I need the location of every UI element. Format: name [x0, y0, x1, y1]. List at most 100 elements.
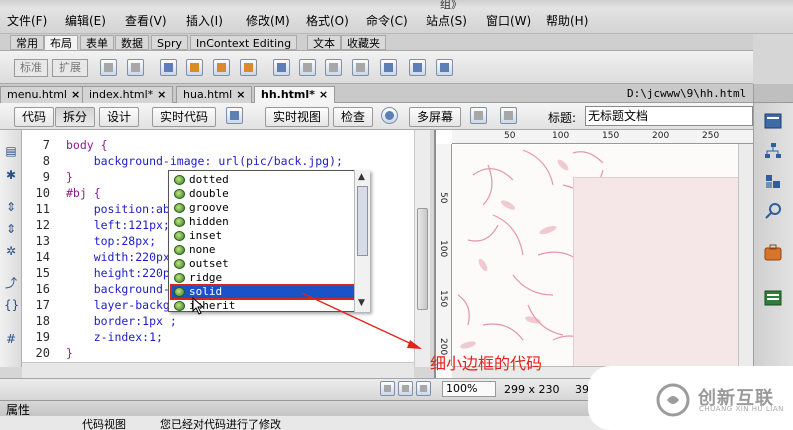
line-number: 17 — [35, 298, 50, 312]
split-view-button[interactable]: 拆分 — [55, 107, 96, 127]
check-browser-icon[interactable] — [226, 107, 243, 124]
menu-file[interactable]: 文件(F) — [7, 12, 47, 29]
snippets-icon[interactable] — [763, 289, 783, 307]
zoom-select[interactable]: 100% — [442, 381, 496, 397]
expanded-mode-button[interactable]: 扩展 — [52, 59, 88, 77]
hint-item-double[interactable]: double — [171, 187, 355, 201]
hint-item-none[interactable]: none — [171, 243, 355, 257]
value-icon — [174, 245, 185, 255]
expand-all-icon[interactable]: ✲ — [4, 244, 18, 258]
scroll-up-icon[interactable]: ▲ — [358, 172, 365, 182]
tab-favorites[interactable]: 收藏夹 — [341, 35, 386, 50]
multiscreen-button[interactable]: 多屏幕 — [409, 107, 462, 127]
ap-div-icon[interactable] — [160, 59, 177, 76]
design-vertical-scrollbar[interactable] — [738, 144, 753, 366]
doc-tab-hh[interactable]: hh.html* × — [254, 86, 336, 103]
close-icon[interactable]: × — [71, 88, 80, 101]
properties-code-view-label: 代码视图 — [82, 418, 126, 430]
visual-aids-icon[interactable] — [470, 107, 487, 124]
spry-panel-icon[interactable] — [240, 59, 257, 76]
menu-window[interactable]: 窗口(W) — [486, 12, 531, 29]
spry-menu-icon[interactable] — [213, 59, 230, 76]
globe-preview-icon[interactable] — [381, 107, 398, 124]
css-panel-icon[interactable] — [763, 172, 783, 190]
tab-spry[interactable]: Spry — [151, 35, 188, 50]
open-documents-icon[interactable]: ▤ — [4, 144, 18, 158]
live-code-button[interactable]: 实时代码 — [152, 107, 217, 127]
hint-item-inset[interactable]: inset — [171, 229, 355, 243]
insert-panel-tabs: 常用 布局 表单 数据 Spry InContext Editing 文本 收藏… — [0, 34, 753, 51]
merge-cells-icon[interactable] — [352, 59, 369, 76]
show-code-navigator-icon[interactable]: ✱ — [4, 168, 18, 182]
search-icon[interactable] — [763, 202, 783, 220]
code-line: border:1px ; — [66, 314, 177, 328]
menu-site[interactable]: 站点(S) — [426, 12, 467, 29]
close-icon[interactable]: × — [157, 88, 166, 101]
hand-tool-icon[interactable] — [398, 381, 413, 396]
insert-column-icon[interactable] — [325, 59, 342, 76]
close-icon[interactable]: × — [236, 88, 245, 101]
hint-item-ridge[interactable]: ridge — [171, 271, 355, 285]
insert-row-icon[interactable] — [299, 59, 316, 76]
select-parent-tag-icon[interactable]: ⤴ — [4, 276, 18, 290]
tab-incontext-editing[interactable]: InContext Editing — [190, 35, 298, 50]
hint-item-outset[interactable]: outset — [171, 257, 355, 271]
doc-tab-hua[interactable]: hua.html × — [176, 86, 253, 103]
live-view-button[interactable]: 实时视图 — [265, 107, 330, 127]
ruler-mark: 100 — [438, 240, 448, 258]
zoom-tool-icon[interactable] — [416, 381, 431, 396]
frames-dropdown-icon[interactable] — [436, 59, 453, 76]
refresh-icon[interactable] — [500, 107, 517, 124]
collapse-selection-icon[interactable]: ⇕ — [4, 222, 18, 236]
close-icon[interactable]: × — [319, 88, 328, 101]
balance-braces-icon[interactable]: {} — [4, 298, 19, 312]
code-line: top:28px; — [66, 234, 157, 248]
doc-tab-menu[interactable]: menu.html × — [0, 86, 88, 103]
menu-edit[interactable]: 编辑(E) — [65, 12, 106, 29]
code-line: z-index:1; — [66, 330, 163, 344]
insert-panel-icon[interactable] — [763, 112, 783, 130]
code-view-button[interactable]: 代码 — [14, 107, 55, 127]
menu-commands[interactable]: 命令(C) — [366, 12, 408, 29]
table-grid-icon[interactable] — [127, 59, 144, 76]
code-line: height:220p — [66, 266, 170, 280]
bj-div-box[interactable] — [573, 177, 753, 367]
fluid-grid-icon[interactable] — [186, 59, 203, 76]
page-title-input[interactable]: 无标题文档 — [585, 106, 753, 126]
value-icon — [174, 217, 185, 227]
inspect-button[interactable]: 检查 — [333, 107, 374, 127]
menu-help[interactable]: 帮助(H) — [546, 12, 588, 29]
menu-view[interactable]: 查看(V) — [125, 12, 167, 29]
menu-insert[interactable]: 插入(I) — [186, 12, 223, 29]
assets-icon[interactable] — [763, 244, 783, 262]
hint-item-groove[interactable]: groove — [171, 201, 355, 215]
code-horizontal-scrollbar[interactable] — [22, 362, 414, 378]
hint-label: ridge — [189, 271, 223, 284]
window-size[interactable]: 299 x 230 — [504, 383, 560, 396]
frame-icon[interactable] — [409, 59, 426, 76]
doc-tab-index[interactable]: index.html* × — [82, 86, 174, 103]
scrollbar-thumb[interactable] — [357, 186, 368, 256]
collapse-tag-icon[interactable]: ⇕ — [4, 200, 18, 214]
insert-table-icon[interactable] — [273, 59, 290, 76]
tab-data[interactable]: 数据 — [115, 35, 149, 50]
select-tool-icon[interactable] — [380, 381, 395, 396]
tab-forms[interactable]: 表单 — [80, 35, 114, 50]
line-number: 7 — [42, 138, 50, 152]
tab-text[interactable]: 文本 — [307, 35, 341, 50]
hint-label: groove — [189, 201, 229, 214]
tab-common[interactable]: 常用 — [10, 35, 44, 50]
standard-mode-button[interactable]: 标准 — [14, 59, 48, 77]
sitemap-icon[interactable] — [763, 142, 783, 160]
left-ruler: 50 100 150 200 — [436, 144, 452, 366]
div-tag-icon[interactable] — [100, 59, 117, 76]
menu-format[interactable]: 格式(O) — [306, 12, 349, 29]
menu-modify[interactable]: 修改(M) — [246, 12, 290, 29]
hint-item-dotted[interactable]: dotted — [171, 173, 355, 187]
iframe-icon[interactable] — [380, 59, 397, 76]
code-line: layer-backg — [66, 298, 170, 312]
design-view-button[interactable]: 设计 — [99, 107, 140, 127]
tab-layout[interactable]: 布局 — [44, 35, 78, 50]
line-numbers-icon[interactable]: # — [4, 332, 18, 346]
hint-item-hidden[interactable]: hidden — [171, 215, 355, 229]
